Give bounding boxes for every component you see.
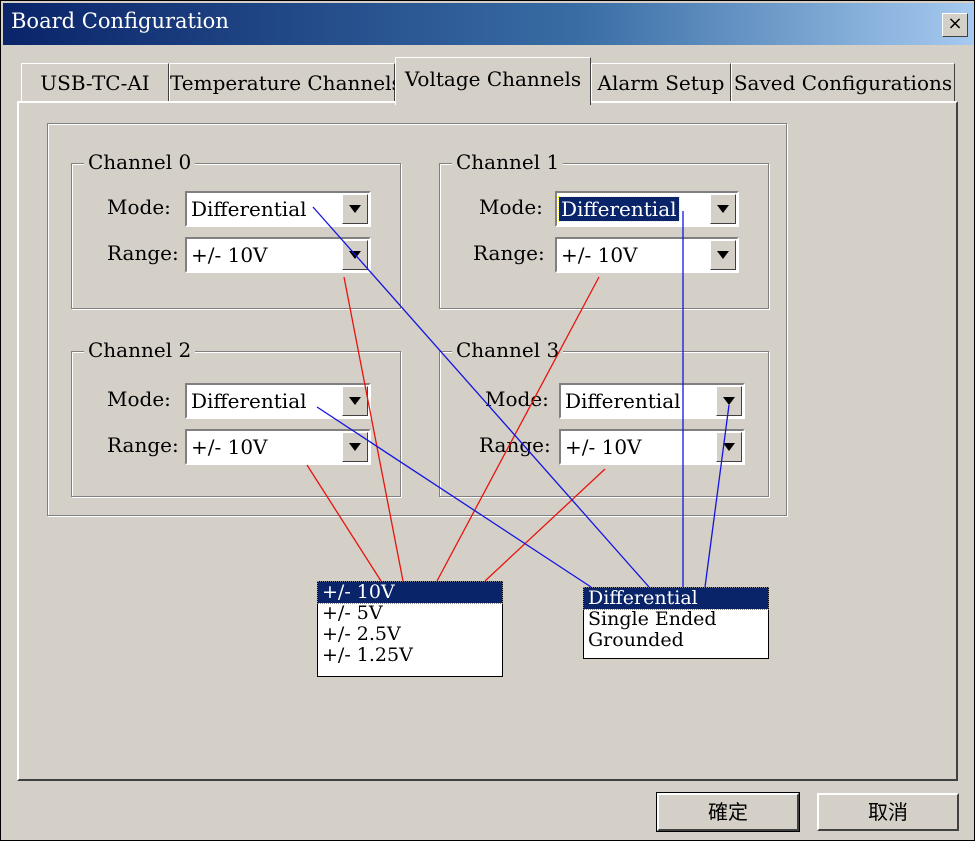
mode-options-list: Differential Single Ended Grounded [583,587,769,659]
tab-saved-configurations[interactable]: Saved Configurations [731,63,955,103]
ok-button[interactable]: 確定 [656,792,800,832]
chevron-down-icon[interactable] [342,386,368,416]
channel-0-mode-select[interactable]: Differential [185,191,371,227]
chevron-down-icon[interactable] [710,240,736,270]
channel-1-range-label: Range: [473,241,545,265]
range-option[interactable]: +/- 10V [317,581,503,604]
window-title: Board Configuration [11,9,229,33]
board-configuration-window: Board Configuration × USB-TC-AI Temperat… [0,0,975,841]
channel-2-mode-label: Mode: [107,387,171,411]
chevron-down-icon[interactable] [342,240,368,270]
channel-1-mode-select[interactable]: Differential [555,191,739,227]
channel-0-range-value: +/- 10V [191,243,268,267]
range-option[interactable]: +/- 2.5V [318,624,502,645]
channel-3-title: Channel 3 [452,338,564,362]
channel-2-group: Channel 2 [71,338,401,497]
channel-0-mode-label: Mode: [107,195,171,219]
tab-voltage-channels[interactable]: Voltage Channels [395,57,591,105]
channel-2-range-label: Range: [107,433,179,457]
channel-3-mode-value: Differential [565,389,681,413]
channel-0-range-select[interactable]: +/- 10V [185,237,371,273]
chevron-down-icon[interactable] [342,194,368,224]
channel-3-range-select[interactable]: +/- 10V [559,429,745,465]
channel-2-title: Channel 2 [84,338,196,362]
channel-0-mode-value: Differential [191,197,307,221]
tab-alarm-setup[interactable]: Alarm Setup [591,63,731,103]
channel-0-group: Channel 0 [71,150,401,309]
channel-3-range-label: Range: [479,433,551,457]
channel-2-range-select[interactable]: +/- 10V [185,429,371,465]
title-bar[interactable]: Board Configuration × [3,3,974,45]
range-options-list: +/- 10V +/- 5V +/- 2.5V +/- 1.25V [317,581,503,677]
channel-1-range-select[interactable]: +/- 10V [555,237,739,273]
mode-option[interactable]: Grounded [584,630,768,651]
range-option[interactable]: +/- 5V [318,603,502,624]
channel-1-range-value: +/- 10V [561,243,638,267]
channel-1-mode-value: Differential [558,196,680,222]
channel-2-range-value: +/- 10V [191,435,268,459]
channel-3-range-value: +/- 10V [565,435,642,459]
chevron-down-icon[interactable] [716,432,742,462]
cancel-button[interactable]: 取消 [817,793,959,831]
chevron-down-icon[interactable] [710,194,736,224]
tab-usb-tc-ai[interactable]: USB-TC-AI [21,63,169,103]
channel-3-mode-label: Mode: [485,387,549,411]
channel-0-title: Channel 0 [84,150,196,174]
tab-temperature-channels[interactable]: Temperature Channels [169,63,402,103]
channel-0-range-label: Range: [107,241,179,265]
close-icon[interactable]: × [942,13,968,37]
chevron-down-icon[interactable] [342,432,368,462]
channel-2-mode-value: Differential [191,389,307,413]
mode-option[interactable]: Single Ended [584,609,768,630]
channel-1-mode-label: Mode: [479,195,543,219]
channel-3-mode-select[interactable]: Differential [559,383,745,419]
channel-3-group: Channel 3 [439,338,769,497]
chevron-down-icon[interactable] [716,386,742,416]
channel-2-mode-select[interactable]: Differential [185,383,371,419]
range-option[interactable]: +/- 1.25V [318,645,502,666]
mode-option[interactable]: Differential [583,587,769,610]
channel-1-title: Channel 1 [452,150,564,174]
channel-1-group: Channel 1 [439,150,769,309]
